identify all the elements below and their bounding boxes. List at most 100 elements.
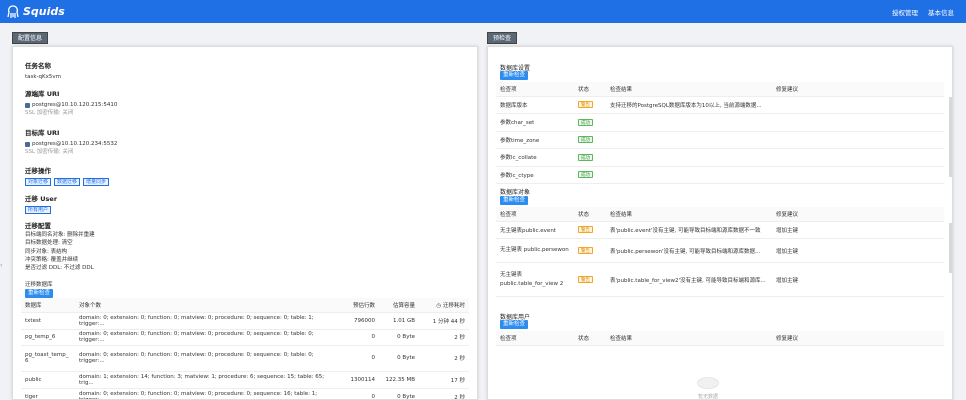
db-time: 2 秒: [419, 388, 469, 399]
table-row[interactable]: 参数lc_collate 成功: [496, 148, 944, 167]
empty-box-icon: [697, 377, 719, 389]
col-check-result[interactable]: 检查结果: [606, 82, 772, 97]
col-check-item[interactable]: 检查项: [496, 331, 574, 346]
migrate-db-label: 迁移数据库: [25, 282, 53, 288]
table-row[interactable]: 无主键表 public.table_for_view 2 警告 表'public…: [496, 262, 944, 297]
database-icon: [25, 102, 30, 108]
table-row[interactable]: pg_temp_6 domain: 0; extension: 0; funct…: [21, 329, 469, 346]
database-icon: [25, 141, 30, 147]
table-row[interactable]: txtest domain: 0; extension: 0; function…: [21, 312, 469, 330]
db-objects: domain: 1; extension: 14; function: 3; m…: [75, 371, 341, 389]
app-name: Squids: [23, 5, 65, 18]
config-info-panel: 配置信息 任务名称 task-qKx5vm 源端库 URI postgres@1…: [12, 32, 478, 400]
precheck-panel: 预检查 数据库设置 重新检查 检查项 状态 检查结果 修复建议 数据库版本 警告…: [487, 32, 953, 400]
check-item: 参数time_zone: [496, 131, 574, 149]
fix-suggestion: [772, 148, 944, 167]
status-badge: 警告: [578, 247, 593, 254]
db-objects-scrollbar[interactable]: [949, 223, 952, 273]
db-users-recheck-button[interactable]: 重新检查: [500, 320, 529, 329]
table-row[interactable]: 无主键表 public.persewon 警告 表'public.persewo…: [496, 238, 944, 263]
db-size: 0 Byte: [379, 329, 419, 346]
check-result: 表'public.table_for_view2'没有主键, 可能导致目标端和源…: [606, 262, 772, 297]
op-tag-object: 对象迁移: [25, 178, 52, 186]
db-rows: 1300114: [341, 371, 379, 389]
migration-config-label: 迁移配置: [25, 222, 51, 230]
config-line: 是否过滤 DDL: 不过滤 DDL: [25, 265, 94, 272]
fix-suggestion: 增加主键: [772, 221, 944, 239]
col-migration-time-label: 迁移耗时: [442, 302, 465, 309]
db-size: 122.35 MB: [379, 371, 419, 389]
chevron-left-icon[interactable]: ‹: [0, 262, 2, 269]
col-check-item[interactable]: 检查项: [496, 82, 574, 97]
migration-db-table: 数据库 对象个数 预估行数 估算容量 ◷ 迁移耗时 txtest domain:…: [21, 298, 469, 399]
config-line: 冲突策略: 覆盖并继续: [25, 256, 79, 263]
db-objects-recheck-button[interactable]: 重新检查: [500, 196, 529, 205]
col-fix-suggestion[interactable]: 修复建议: [772, 207, 944, 222]
col-est-size[interactable]: 估算容量: [379, 298, 419, 313]
col-database[interactable]: 数据库: [21, 298, 75, 313]
check-result: [606, 166, 772, 184]
table-row[interactable]: tiger domain: 0; extension: 0; function:…: [21, 388, 469, 399]
db-name: public: [21, 371, 75, 389]
top-navbar: Squids 授权管理 基本信息: [0, 0, 966, 23]
db-size: 0 Byte: [379, 345, 419, 372]
db-objects: domain: 0; extension: 0; function: 0; ma…: [75, 388, 341, 399]
tab-precheck[interactable]: 预检查: [487, 32, 518, 44]
col-objects[interactable]: 对象个数: [75, 298, 341, 313]
recheck-button[interactable]: 重新检查: [25, 289, 54, 298]
col-status[interactable]: 状态: [574, 82, 606, 97]
col-check-result[interactable]: 检查结果: [606, 207, 772, 222]
check-item: 数据库版本: [496, 96, 574, 114]
db-size: 1.01 GB: [379, 312, 419, 330]
fix-suggestion: 增加主键: [772, 262, 944, 297]
col-fix-suggestion[interactable]: 修复建议: [772, 82, 944, 97]
table-row[interactable]: public domain: 1; extension: 14; functio…: [21, 371, 469, 389]
db-name: pg_temp_6: [21, 329, 75, 346]
squid-logo-icon: [7, 4, 19, 18]
status-badge: 警告: [578, 101, 593, 109]
check-item: 参数lc_collate: [496, 148, 574, 167]
config-line: 目标端同名对象: 删除并重建: [25, 232, 95, 238]
db-rows: 0: [341, 329, 379, 346]
check-item: 无主键表 public.persewon: [496, 238, 574, 263]
table-row[interactable]: pg_toast_temp_6 domain: 0; extension: 0;…: [21, 345, 469, 372]
col-fix-suggestion[interactable]: 修复建议: [772, 331, 944, 346]
tab-config-info[interactable]: 配置信息: [12, 32, 49, 44]
nav-basic-info[interactable]: 基本信息: [928, 7, 954, 17]
empty-text: 暂无数据: [697, 394, 718, 400]
check-result: 表'public.event'没有主键, 可能导致目标端和源库数据不一致: [606, 221, 772, 239]
db-name: txtest: [21, 312, 75, 330]
db-objects: domain: 0; extension: 0; function: 0; ma…: [75, 312, 341, 330]
col-migration-time[interactable]: ◷ 迁移耗时: [419, 298, 469, 313]
fix-suggestion: [772, 131, 944, 149]
db-settings-recheck-button[interactable]: 重新检查: [500, 71, 529, 80]
fix-suggestion: [772, 113, 944, 132]
col-est-rows[interactable]: 预估行数: [341, 298, 379, 313]
table-row[interactable]: 参数lc_ctype 成功: [496, 166, 944, 184]
check-item: 参数char_set: [496, 113, 574, 132]
task-name-value: task-qKx5vm: [25, 74, 62, 80]
empty-state: 暂无数据: [688, 377, 728, 400]
check-result: 表'public.persewon'没有主键, 可能导致目标端和源库数据...: [606, 238, 772, 263]
status-badge: 成功: [578, 136, 593, 144]
table-row[interactable]: 数据库版本 警告 支持迁移的PostgreSQL数据库版本为10以上, 当前源端…: [496, 96, 944, 114]
check-result: 支持迁移的PostgreSQL数据库版本为10以上, 当前源端数据...: [606, 96, 944, 114]
migration-ops-label: 迁移操作: [25, 167, 51, 175]
col-check-item[interactable]: 检查项: [496, 207, 574, 222]
db-rows: 796000: [341, 312, 379, 330]
user-tag-all: 所有用户: [25, 206, 52, 214]
target-uri-label: 目标库 URI: [25, 129, 60, 137]
table-row[interactable]: 参数char_set 成功: [496, 113, 944, 132]
db-settings-scrollbar[interactable]: [949, 97, 952, 177]
status-badge: 成功: [578, 118, 593, 126]
table-row[interactable]: 参数time_zone 成功: [496, 131, 944, 149]
nav-license-management[interactable]: 授权管理: [892, 7, 918, 17]
app-logo[interactable]: Squids: [6, 4, 65, 19]
db-size: 0 Byte: [379, 388, 419, 399]
col-status[interactable]: 状态: [574, 331, 606, 346]
source-uri-label: 源端库 URI: [25, 90, 60, 98]
db-objects-title: 数据库对象: [500, 189, 531, 196]
table-row[interactable]: 无主键表public.event 警告 表'public.event'没有主键,…: [496, 221, 944, 239]
col-check-result[interactable]: 检查结果: [606, 331, 772, 346]
col-status[interactable]: 状态: [574, 207, 606, 222]
